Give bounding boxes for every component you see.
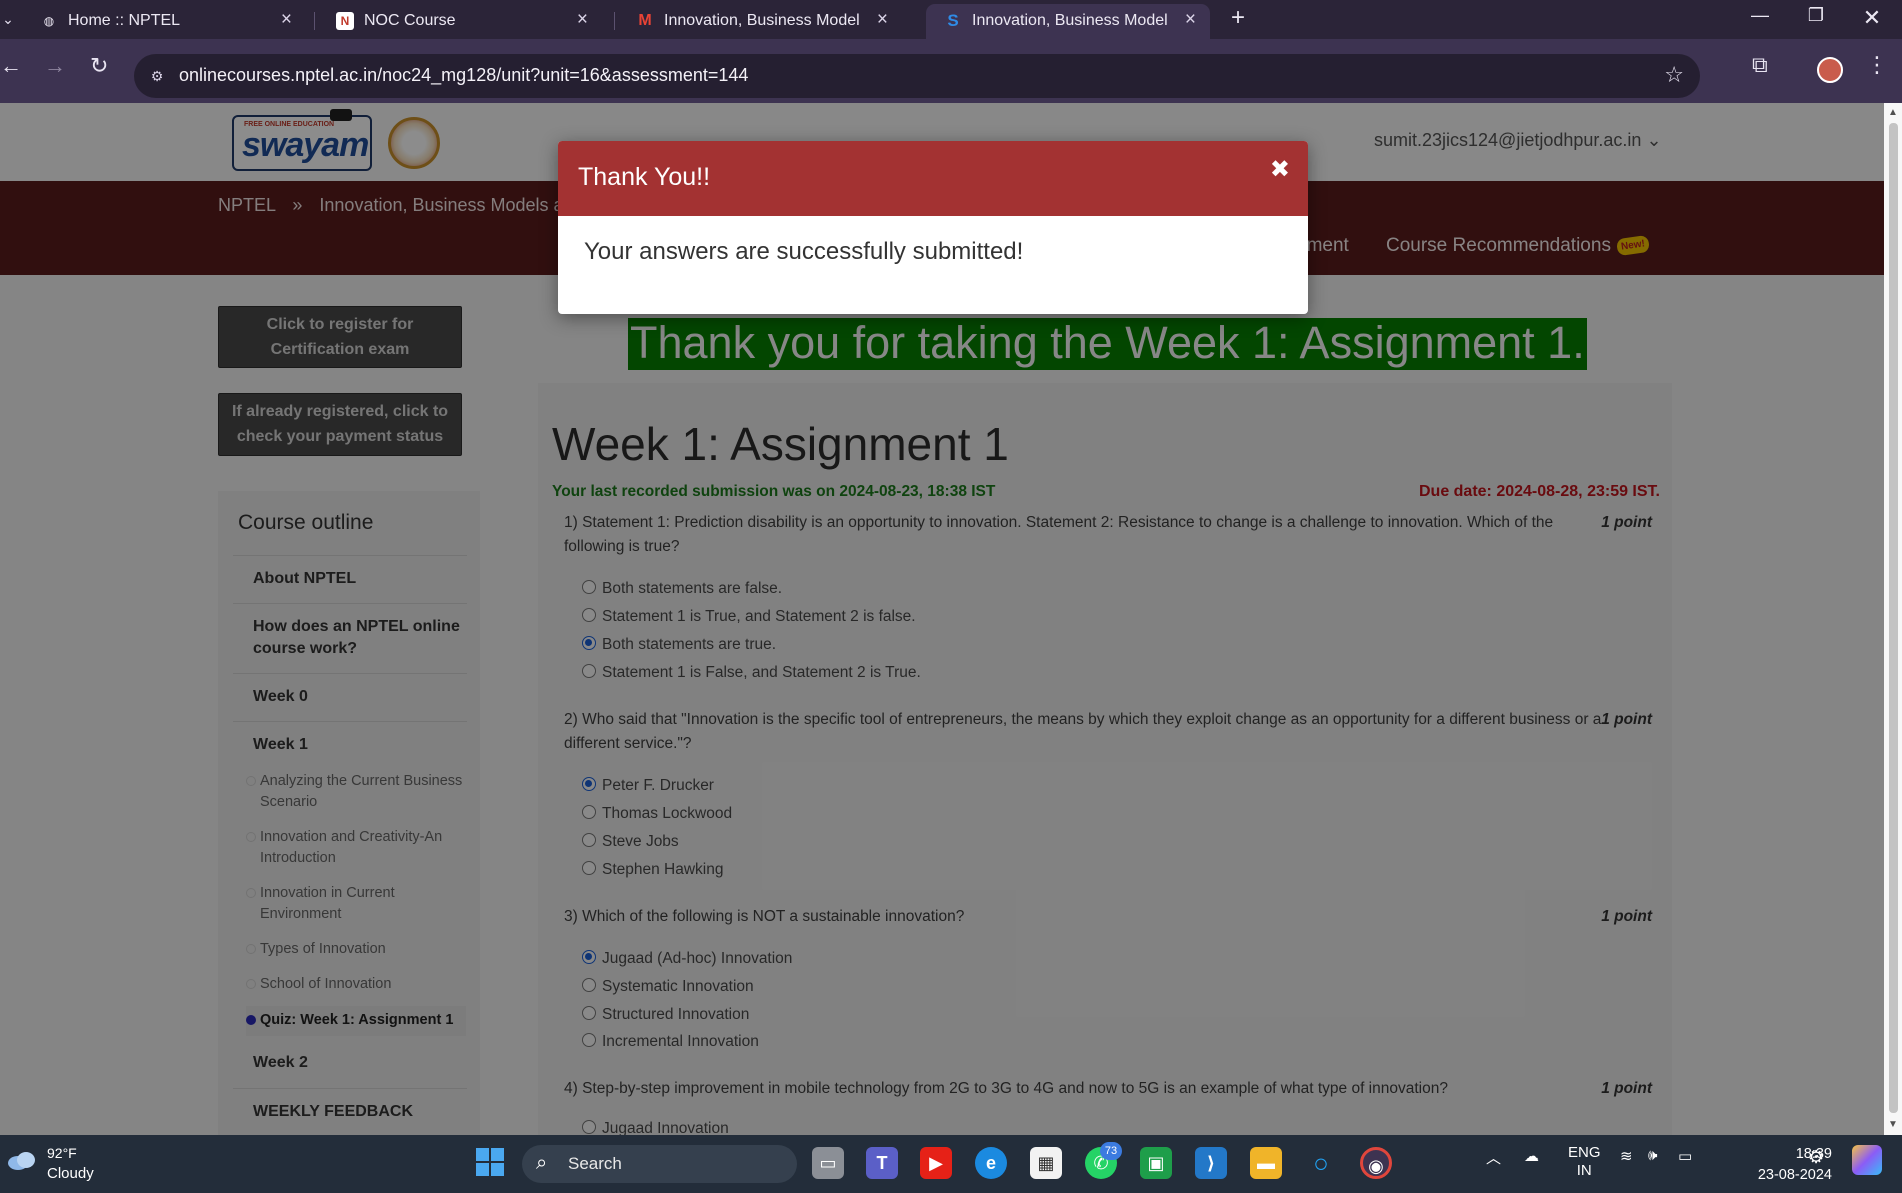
modal-message: Your answers are successfully submitted! bbox=[584, 238, 1024, 265]
modal-close-icon[interactable]: ✖ bbox=[1270, 155, 1290, 184]
scroll-up-arrow-icon[interactable]: ▲ bbox=[1888, 107, 1898, 118]
back-arrow-icon[interactable]: ← bbox=[0, 53, 22, 79]
tab-separator bbox=[614, 12, 615, 30]
teams-icon[interactable]: T bbox=[866, 1147, 898, 1179]
tab-separator bbox=[314, 12, 315, 30]
modal-header: Thank You!! ✖ bbox=[558, 141, 1308, 216]
notification-bell-icon[interactable]: ⚙ bbox=[1808, 1147, 1824, 1168]
extensions-puzzle-icon[interactable]: ⧉ bbox=[1752, 52, 1768, 78]
new-tab-plus-icon[interactable]: + bbox=[1231, 4, 1245, 32]
restore-icon[interactable]: ❐ bbox=[1788, 5, 1844, 26]
windows-logo-icon bbox=[476, 1148, 504, 1176]
chrome-icon[interactable]: ◉ bbox=[1360, 1147, 1392, 1179]
bookmark-star-icon[interactable]: ☆ bbox=[1664, 62, 1684, 88]
nptel-favicon-icon: N bbox=[336, 12, 354, 30]
language-indicator[interactable]: ENG IN bbox=[1568, 1144, 1601, 1180]
browser-tab-home-nptel[interactable]: ◍ Home :: NPTEL × bbox=[22, 4, 306, 39]
cloudy-weather-icon bbox=[8, 1152, 35, 1170]
chrome-menu-icon[interactable]: ⋮ bbox=[1866, 52, 1888, 78]
language-code: ENG bbox=[1568, 1144, 1601, 1161]
search-icon: ⌕ bbox=[536, 1152, 548, 1174]
forward-arrow-icon[interactable]: → bbox=[44, 53, 66, 79]
site-info-icon[interactable]: ⚙ bbox=[146, 65, 168, 87]
youtube-icon[interactable]: ▶ bbox=[920, 1147, 952, 1179]
browser-tab-strip: ⌄ ◍ Home :: NPTEL × N NOC Course × M Inn… bbox=[0, 0, 1902, 39]
tab-search-chevron-icon[interactable]: ⌄ bbox=[0, 6, 16, 32]
weather-temperature[interactable]: 92°F bbox=[47, 1145, 77, 1161]
tab-title: NOC Course bbox=[364, 12, 456, 29]
profile-avatar[interactable] bbox=[1817, 57, 1843, 83]
reload-icon[interactable]: ↻ bbox=[90, 53, 108, 79]
vscode-icon[interactable]: ⟩ bbox=[1195, 1147, 1227, 1179]
edge-browser-icon[interactable]: e bbox=[975, 1147, 1007, 1179]
taskbar-search[interactable]: ⌕ Search bbox=[522, 1145, 797, 1183]
window-close-icon[interactable]: ✕ bbox=[1844, 5, 1900, 31]
tab-title: Innovation, Business Models an bbox=[664, 12, 860, 29]
browser-tab-noc-course[interactable]: N NOC Course × bbox=[318, 4, 602, 39]
tab-close-icon[interactable]: × bbox=[1185, 9, 1196, 31]
onedrive-icon[interactable]: ☁ bbox=[1524, 1147, 1539, 1165]
submission-confirmation-modal: Thank You!! ✖ Your answers are successfu… bbox=[558, 141, 1308, 314]
gmail-icon: M bbox=[638, 12, 652, 29]
minimize-icon[interactable]: — bbox=[1732, 5, 1788, 26]
globe-icon: ◍ bbox=[43, 14, 55, 28]
wifi-icon[interactable]: ≋ bbox=[1620, 1147, 1633, 1165]
microsoft-store-icon[interactable]: ▦ bbox=[1030, 1147, 1062, 1179]
show-hidden-icons-icon[interactable]: ︿ bbox=[1486, 1147, 1501, 1168]
scroll-down-arrow-icon[interactable]: ▼ bbox=[1888, 1119, 1898, 1130]
tab-close-icon[interactable]: × bbox=[281, 9, 292, 31]
tab-title: Home :: NPTEL bbox=[68, 12, 181, 29]
browser-tab-active[interactable]: S Innovation, Business Models an × bbox=[926, 4, 1210, 39]
battery-icon[interactable]: ▭ bbox=[1678, 1147, 1692, 1165]
url-text[interactable]: onlinecourses.nptel.ac.in/noc24_mg128/un… bbox=[179, 65, 748, 86]
windows-taskbar: 92°F Cloudy ⌕ Search ▭ T ▶ e ▦ ✆ 73 ▣ ⟩ … bbox=[0, 1135, 1902, 1193]
browser-tab-gmail[interactable]: M Innovation, Business Models an × bbox=[618, 4, 902, 39]
scrollbar-thumb[interactable] bbox=[1889, 123, 1898, 1113]
address-bar[interactable]: ⚙ onlinecourses.nptel.ac.in/noc24_mg128/… bbox=[134, 54, 1700, 98]
region-code: IN bbox=[1576, 1162, 1592, 1179]
classroom-icon[interactable]: ▣ bbox=[1140, 1147, 1172, 1179]
tab-close-icon[interactable]: × bbox=[577, 9, 588, 31]
swayam-favicon-icon: S bbox=[947, 11, 959, 30]
search-label: Search bbox=[568, 1154, 622, 1173]
tab-title: Innovation, Business Models an bbox=[972, 12, 1168, 29]
task-view-icon[interactable]: ▭ bbox=[812, 1147, 844, 1179]
modal-title: Thank You!! bbox=[578, 163, 711, 191]
volume-icon[interactable]: 🕪 bbox=[1648, 1147, 1657, 1164]
weather-condition[interactable]: Cloudy bbox=[47, 1165, 94, 1182]
file-explorer-icon[interactable]: ▬ bbox=[1250, 1147, 1282, 1179]
tab-close-icon[interactable]: × bbox=[877, 9, 888, 31]
notification-badge: 73 bbox=[1100, 1142, 1122, 1160]
page-scrollbar[interactable]: ▲ ▼ bbox=[1884, 103, 1902, 1135]
cortana-ring-icon[interactable]: ○ bbox=[1305, 1147, 1337, 1179]
clock-date: 23-08-2024 bbox=[1757, 1167, 1832, 1183]
browser-toolbar: ← → ↻ ⚙ onlinecourses.nptel.ac.in/noc24_… bbox=[0, 39, 1902, 103]
windows-start-icon[interactable] bbox=[474, 1147, 506, 1179]
copilot-icon[interactable] bbox=[1852, 1145, 1882, 1175]
